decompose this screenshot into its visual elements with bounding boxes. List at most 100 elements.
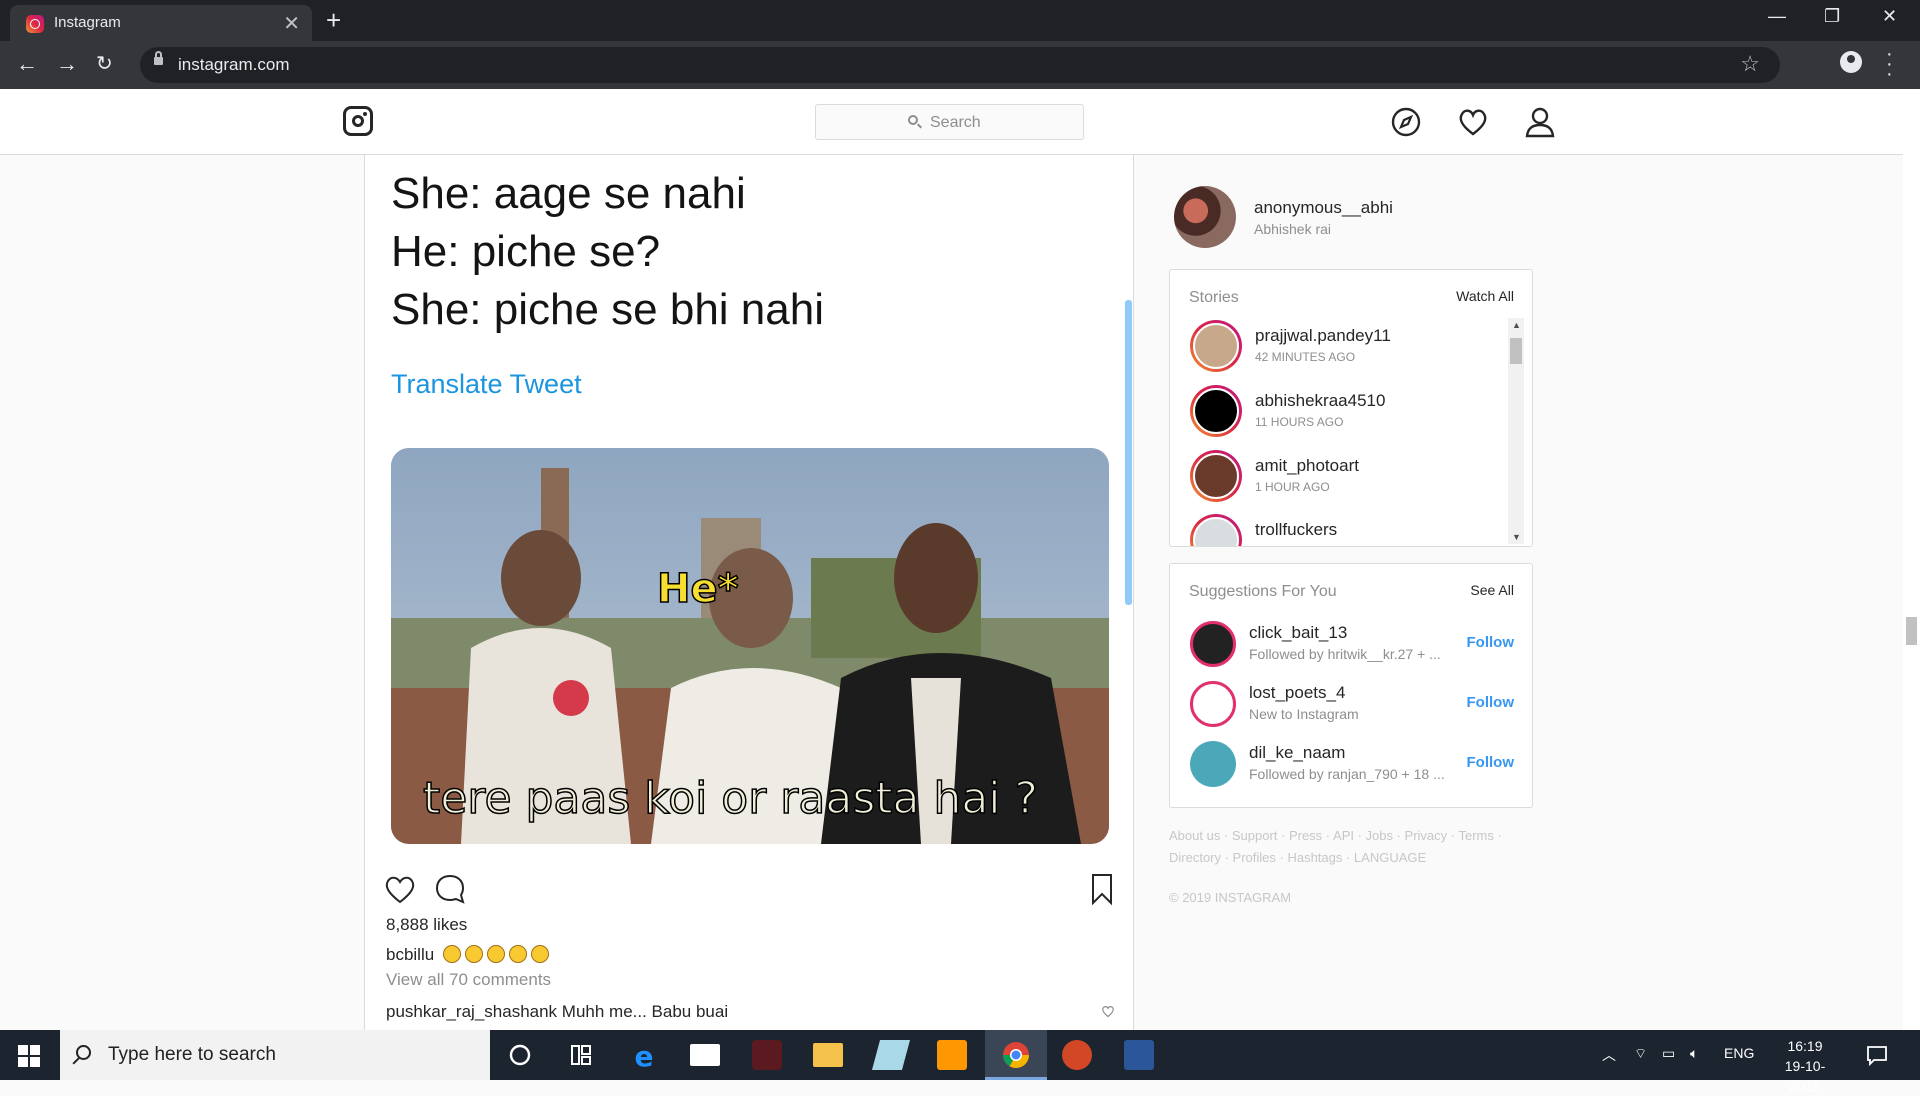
suggestion-username[interactable]: lost_poets_4 bbox=[1249, 683, 1345, 703]
meme-image[interactable]: He* tere paas koi or raasta hai ? bbox=[391, 448, 1109, 844]
show-hidden-icons-chevron-icon[interactable]: ︿ bbox=[1602, 1045, 1616, 1065]
mail-icon[interactable] bbox=[690, 1044, 720, 1066]
clock-date: 19-10-2019 bbox=[1784, 1058, 1826, 1094]
follow-button[interactable]: Follow bbox=[1467, 634, 1515, 651]
system-clock[interactable]: 16:19 19-10-2019 bbox=[1770, 1036, 1840, 1096]
input-language[interactable]: ENG bbox=[1724, 1045, 1754, 1061]
story-ring bbox=[1190, 385, 1242, 437]
avatar bbox=[1193, 453, 1239, 499]
close-window-button[interactable]: ✕ bbox=[1882, 6, 1897, 27]
view-all-comments-link[interactable]: View all 70 comments bbox=[386, 970, 551, 990]
windows-start-icon[interactable] bbox=[18, 1045, 40, 1067]
chrome-icon[interactable] bbox=[1001, 1040, 1031, 1070]
comment-bubble-icon[interactable] bbox=[433, 872, 467, 906]
back-arrow-icon[interactable]: ← bbox=[16, 51, 38, 77]
like-heart-icon[interactable] bbox=[383, 872, 417, 906]
notepad-app-icon[interactable] bbox=[871, 1040, 911, 1070]
account-icon[interactable] bbox=[1840, 51, 1862, 73]
clock-time: 16:19 bbox=[1787, 1038, 1823, 1054]
profile-full-name: Abhishek rai bbox=[1254, 221, 1332, 237]
browser-tabbar: Instagram ✕ + — ❐ ✕ bbox=[0, 0, 1920, 41]
activity-heart-icon[interactable] bbox=[1457, 106, 1489, 138]
tab-close-icon[interactable]: ✕ bbox=[283, 11, 300, 36]
game-app-icon[interactable] bbox=[752, 1040, 782, 1070]
new-tab-button[interactable]: + bbox=[326, 5, 341, 36]
story-item-clipped[interactable]: trollfuckers bbox=[1190, 514, 1490, 546]
profile-user-icon[interactable] bbox=[1524, 106, 1556, 138]
search-icon bbox=[76, 1045, 91, 1060]
scroll-up-arrow-icon[interactable]: ▲ bbox=[1512, 320, 1521, 330]
tweet-line: She: piche se bhi nahi bbox=[391, 285, 824, 334]
search-input[interactable]: Search bbox=[815, 104, 1084, 140]
likes-count[interactable]: 8,888 likes bbox=[386, 915, 467, 935]
taskbar-search-input[interactable]: Type here to search bbox=[60, 1030, 490, 1080]
story-username: abhishekraa4510 bbox=[1255, 391, 1386, 410]
explore-compass-icon[interactable] bbox=[1390, 106, 1422, 138]
sublime-text-icon[interactable] bbox=[937, 1040, 967, 1070]
cortana-icon[interactable] bbox=[505, 1040, 535, 1070]
page-scrollbar-thumb[interactable] bbox=[1906, 617, 1917, 645]
search-icon bbox=[908, 115, 918, 125]
word-icon[interactable] bbox=[1124, 1040, 1154, 1070]
battery-icon[interactable]: ▭ bbox=[1662, 1045, 1675, 1062]
minimize-button[interactable]: — bbox=[1768, 6, 1786, 27]
suggestion-avatar[interactable] bbox=[1190, 681, 1236, 727]
suggestion-username[interactable]: click_bait_13 bbox=[1249, 623, 1347, 643]
follow-button[interactable]: Follow bbox=[1467, 754, 1515, 771]
post-image-scroll-indicator bbox=[1125, 300, 1132, 605]
suggestion-avatar[interactable] bbox=[1190, 621, 1236, 667]
scrollbar-thumb[interactable] bbox=[1510, 338, 1522, 364]
url-text: instagram.com bbox=[178, 55, 290, 74]
stories-scrollbar[interactable]: ▲ ▼ bbox=[1508, 318, 1524, 544]
suggestion-username[interactable]: dil_ke_naam bbox=[1249, 743, 1345, 763]
bookmark-save-icon[interactable] bbox=[1085, 872, 1119, 906]
profile-username[interactable]: anonymous__abhi bbox=[1254, 198, 1393, 218]
taskbar-search-placeholder: Type here to search bbox=[108, 1044, 276, 1065]
emoji-icon bbox=[530, 945, 549, 963]
instagram-logo-icon[interactable] bbox=[343, 106, 373, 136]
caption-username[interactable]: bcbillu bbox=[386, 945, 434, 964]
wifi-icon[interactable]: ⌔ bbox=[1634, 1045, 1647, 1063]
suggestion-subtitle: New to Instagram bbox=[1249, 706, 1359, 722]
comment-text: Muhh me... Babu buai bbox=[561, 1002, 729, 1021]
action-center-notifications-icon[interactable] bbox=[1862, 1040, 1892, 1070]
suggestion-subtitle: Followed by ranjan_790 + 18 ... bbox=[1249, 766, 1445, 782]
task-view-icon[interactable] bbox=[566, 1040, 596, 1070]
file-explorer-icon[interactable] bbox=[813, 1043, 843, 1067]
browser-toolbar: ← → ↻ instagram.com ☆ · · · bbox=[0, 41, 1920, 89]
follow-button[interactable]: Follow bbox=[1467, 694, 1515, 711]
tweet-line: He: piche se? bbox=[391, 227, 661, 276]
menu-kebab-icon[interactable]: · · · bbox=[1886, 44, 1893, 84]
suggestion-avatar[interactable] bbox=[1190, 741, 1236, 787]
avatar bbox=[1193, 388, 1239, 434]
bookmark-star-icon[interactable]: ☆ bbox=[1740, 51, 1760, 77]
address-bar[interactable]: instagram.com ☆ bbox=[140, 47, 1780, 83]
story-time: 1 HOUR AGO bbox=[1255, 480, 1330, 494]
comment-username[interactable]: pushkar_raj_shashank bbox=[386, 1002, 557, 1021]
powerpoint-icon[interactable] bbox=[1062, 1040, 1092, 1070]
windows-taskbar: Type here to search e ︿ ⌔ ▭ 🔈︎ ENG 16:19… bbox=[0, 1030, 1920, 1094]
volume-icon[interactable]: 🔈︎ bbox=[1690, 1045, 1698, 1062]
emoji-icon bbox=[442, 945, 461, 963]
scroll-down-arrow-icon[interactable]: ▼ bbox=[1512, 532, 1521, 542]
see-all-link[interactable]: See All bbox=[1470, 582, 1514, 598]
suggestions-card: Suggestions For You See All click_bait_1… bbox=[1169, 563, 1533, 808]
restore-button[interactable]: ❐ bbox=[1824, 6, 1840, 27]
tab-instagram[interactable]: Instagram ✕ bbox=[10, 5, 312, 41]
post-card: She: aage se nahi He: piche se? She: pic… bbox=[364, 155, 1134, 1030]
suggestion-subtitle: Followed by hritwik__kr.27 + ... bbox=[1249, 646, 1441, 662]
tab-title: Instagram bbox=[54, 14, 121, 31]
search-placeholder: Search bbox=[930, 114, 981, 131]
forward-arrow-icon[interactable]: → bbox=[56, 51, 78, 77]
footer-links[interactable]: Directory · Profiles · Hashtags · LANGUA… bbox=[1169, 847, 1509, 869]
instagram-favicon-icon bbox=[26, 15, 44, 33]
watch-all-link[interactable]: Watch All bbox=[1456, 288, 1514, 304]
edge-browser-icon[interactable]: e bbox=[629, 1040, 659, 1073]
comment-row: pushkar_raj_shashank Muhh me... Babu bua… bbox=[386, 1002, 728, 1022]
reload-icon[interactable]: ↻ bbox=[96, 51, 113, 76]
profile-avatar[interactable] bbox=[1174, 186, 1236, 248]
page-scrollbar[interactable] bbox=[1903, 89, 1920, 1030]
story-time: 42 MINUTES AGO bbox=[1255, 350, 1356, 364]
footer-links[interactable]: About us · Support · Press · API · Jobs … bbox=[1169, 825, 1509, 847]
comment-like-heart-icon[interactable] bbox=[1101, 1004, 1115, 1018]
